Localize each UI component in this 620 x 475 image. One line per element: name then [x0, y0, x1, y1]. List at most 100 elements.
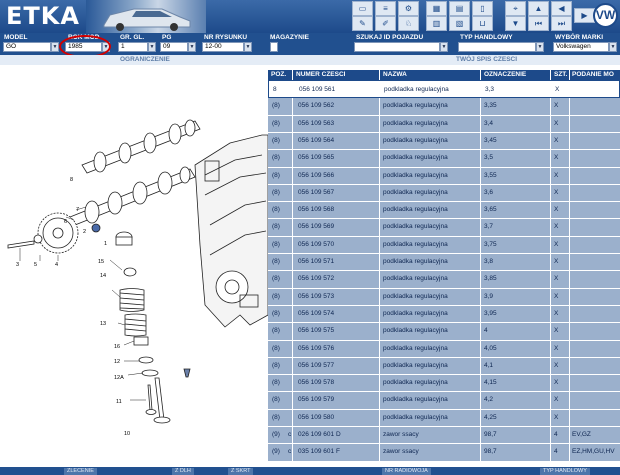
cell-numer: 056 109 561 — [299, 86, 336, 93]
table-row[interactable]: (8) 056 109 566 podkladka regulacyjna 3,55 X — [268, 167, 620, 185]
table-row[interactable]: (8) 056 109 562 podkladka regulacyjna 3,35 X — [268, 97, 620, 116]
callout-5: 5 — [34, 262, 37, 268]
next-icon[interactable]: ▶ — [574, 8, 595, 23]
table-row[interactable]: (8) 056 109 570 podkladka regulacyjna 3,75 X — [268, 236, 620, 255]
bicycle-icon[interactable]: ⚙ — [398, 1, 419, 16]
cell-poz: (8) — [272, 258, 280, 265]
cell-szt: X — [554, 413, 559, 421]
table-row[interactable]: (8) 056 109 580 podkladka regulacyjna 4,25 X — [268, 409, 620, 428]
first-icon[interactable]: ⏮ — [528, 16, 549, 31]
spis-label: TWÓJ SPIS CZESCI — [456, 56, 518, 63]
col-numer[interactable]: NUMER CZESCI — [296, 71, 345, 78]
arrow-left-icon[interactable]: ◀ — [551, 1, 572, 16]
magazynie-checkbox[interactable] — [270, 42, 278, 52]
z-dlh-button[interactable]: Z DLH — [172, 468, 194, 475]
cell-poz: (8) — [272, 309, 280, 317]
cell-poz: 8 — [273, 86, 277, 93]
cell-numer: 056 109 579 — [298, 396, 335, 404]
table-row[interactable]: (8) 056 109 569 podkladka regulacyjna 3,7 X — [268, 218, 620, 237]
pencil-icon[interactable]: ✐ — [375, 16, 396, 31]
wybor-dropdown[interactable]: ▼ — [609, 42, 617, 52]
table-icon[interactable]: ▥ — [426, 16, 447, 31]
table-row[interactable]: (9) c 035 109 601 F zawor ssacy 98,7 4 EZ,HM,G… — [268, 443, 620, 462]
list-icon[interactable]: ≡ — [375, 1, 396, 16]
typ-handlowy-button[interactable]: TYP HANDLOWY — [540, 468, 590, 475]
cell-numer: 056 109 564 — [298, 136, 335, 144]
cell-oznaczenie: 3,55 — [484, 171, 497, 179]
cell-szt: X — [554, 223, 559, 231]
cell-nazwa: podkladka regulacyjna — [383, 309, 448, 317]
last-icon[interactable]: ⏭ — [551, 16, 572, 31]
table-row[interactable]: (9) c 026 109 601 D zawor ssacy 98,7 4 EV,GZ — [268, 426, 620, 445]
table-row[interactable]: (8) 056 109 574 podkladka regulacyjna 3,95 X — [268, 305, 620, 324]
col-poz[interactable]: POZ. — [271, 71, 286, 78]
zlecenie-button[interactable]: ZLECENIE — [64, 468, 97, 475]
table-row[interactable]: (8) 056 109 571 podkladka regulacyjna 3,8 X — [268, 253, 620, 272]
cell-poz: (8) — [272, 223, 280, 231]
col-nazwa[interactable]: NAZWA — [383, 71, 407, 78]
table-row[interactable]: (8) 056 109 575 podkladka regulacyjna 4 X — [268, 322, 620, 341]
model-dropdown[interactable]: ▼ — [51, 42, 59, 52]
cell-szt: X — [554, 171, 559, 179]
wybor-field[interactable]: Volkswagen — [553, 42, 609, 52]
nr-radiowoja-button[interactable]: NR RADIOWOJA — [382, 468, 431, 475]
table-row[interactable]: 8 056 109 561 podkladka regulacyjna 3,3 X — [268, 80, 620, 99]
gr-dropdown[interactable]: ▼ — [148, 42, 156, 52]
szukaj-field[interactable] — [354, 42, 440, 52]
cell-poz: (9) — [272, 431, 280, 438]
monitor-icon[interactable]: ▭ — [352, 1, 373, 16]
table-row[interactable]: (8) 056 109 568 podkladka regulacyjna 3,65 X — [268, 201, 620, 220]
table-row[interactable]: (8) 056 109 564 podkladka regulacyjna 3,45 X — [268, 132, 620, 151]
down-icon[interactable]: ▼ — [505, 16, 526, 31]
szukaj-dropdown[interactable]: ▼ — [440, 42, 448, 52]
table-row[interactable]: (8) 056 109 579 podkladka regulacyjna 4,2 X — [268, 391, 620, 410]
typ-field[interactable] — [458, 42, 536, 52]
cell-oznaczenie: 3,4 — [484, 119, 494, 127]
col-oznaczenie[interactable]: OZNACZENIE — [484, 71, 526, 78]
cell-poz: (8) — [272, 361, 280, 369]
sprocket-drawing — [7, 212, 79, 254]
typ-dropdown[interactable]: ▼ — [536, 42, 544, 52]
cell-szt: X — [554, 206, 559, 214]
table-row[interactable]: (8) 056 109 578 podkladka regulacyjna 4,15 X — [268, 374, 620, 393]
up-icon[interactable]: ▲ — [528, 1, 549, 16]
cell-nazwa: podkladka regulacyjna — [384, 86, 449, 93]
table-row[interactable]: (8) 056 109 572 podkladka regulacyjna 3,85 X — [268, 270, 620, 289]
z-skrt-button[interactable]: Z SKRT — [228, 468, 254, 475]
cell-oznaczenie: 3,3 — [485, 86, 495, 93]
cell-oznaczenie: 4,1 — [484, 361, 494, 369]
callout-12: 12 — [114, 359, 120, 365]
model-field[interactable]: GO — [3, 42, 51, 52]
nr-field[interactable]: 12-00 — [202, 42, 244, 52]
typ-label: TYP HANDLOWY — [460, 34, 513, 41]
cell-szt: X — [554, 309, 559, 317]
cell-szt: X — [554, 154, 559, 162]
cell-szt: X — [554, 327, 559, 335]
cart-icon[interactable]: ⊔ — [472, 16, 493, 31]
table-row[interactable]: (8) 056 109 576 podkladka regulacyjna 4,05 X — [268, 340, 620, 358]
page-icon[interactable]: ▯ — [472, 1, 493, 16]
col-podanie[interactable]: PODANIE MO — [572, 71, 614, 78]
table-row[interactable]: (8) 056 109 573 podkladka regulacyjna 3,9 X — [268, 288, 620, 306]
col-szt[interactable]: SZT. — [554, 71, 567, 78]
grid-icon[interactable]: ▦ — [426, 1, 447, 16]
pin-icon[interactable]: ⌖ — [505, 1, 526, 16]
table-row[interactable]: (8) 056 109 563 podkladka regulacyjna 3,4 X — [268, 115, 620, 133]
pg-dropdown[interactable]: ▼ — [188, 42, 196, 52]
cell-poz: (8) — [272, 136, 280, 144]
table-row[interactable]: (8) 056 109 577 podkladka regulacyjna 4,1 X — [268, 357, 620, 376]
edit-icon[interactable]: ✎ — [352, 16, 373, 31]
nr-dropdown[interactable]: ▼ — [244, 42, 252, 52]
pg-field[interactable]: 09 — [160, 42, 188, 52]
bike-icon[interactable]: ♘ — [398, 16, 419, 31]
gr-field[interactable]: 1 — [118, 42, 148, 52]
callout-15: 15 — [98, 259, 104, 265]
table-row[interactable]: (8) 056 109 567 podkladka regulacyjna 3,6 X — [268, 184, 620, 203]
cell-oznaczenie: 3,8 — [484, 258, 494, 265]
cell-nazwa: zawor ssacy — [383, 448, 419, 456]
sheet-icon[interactable]: ▧ — [449, 16, 470, 31]
table-row[interactable]: (8) 056 109 565 podkladka regulacyjna 3,5 X — [268, 149, 620, 168]
cell-numer: 056 109 572 — [298, 275, 335, 283]
cell-nazwa: podkladka regulacyjna — [383, 292, 448, 300]
catalog-icon[interactable]: ▤ — [449, 1, 470, 16]
